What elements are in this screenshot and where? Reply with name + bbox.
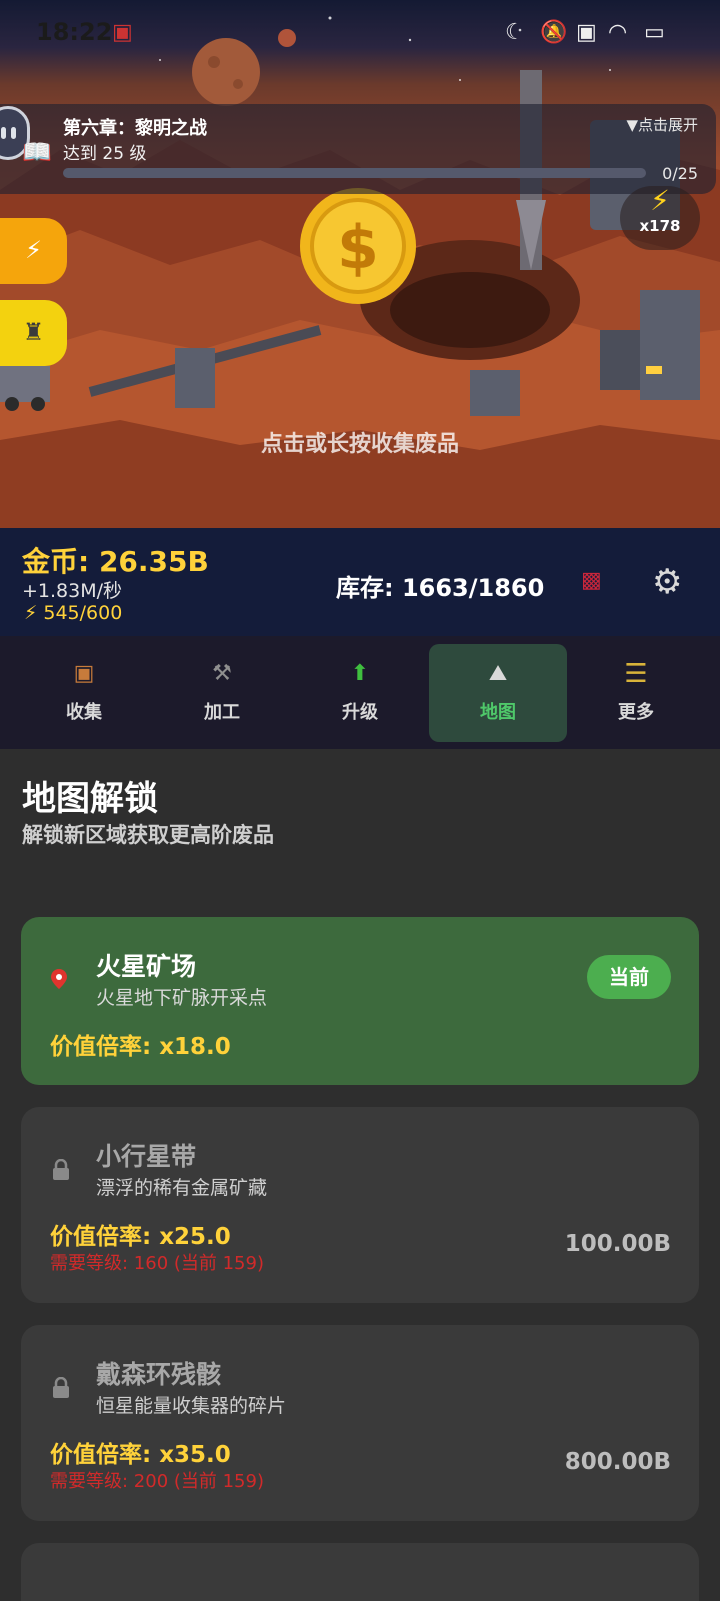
bolt-icon: ⚡	[25, 236, 42, 264]
energy-amount: ⚡ 545/600	[24, 602, 123, 624]
zone-multiplier: 价值倍率: x35.0	[50, 1442, 231, 1468]
gift-icon[interactable]: ▩	[581, 568, 602, 593]
tab-map[interactable]: ⛰ 地图	[429, 644, 567, 742]
zone-unlock-cost[interactable]: 800.00B	[565, 1449, 671, 1475]
energy-side-button[interactable]: ⚡	[0, 218, 67, 284]
status-time: 18:22	[36, 18, 113, 46]
gear-icon[interactable]: ⚙	[652, 562, 682, 602]
zone-card-asteroid-belt[interactable]: 小行星带 漂浮的稀有金属矿藏 价值倍率: x25.0 需要等级: 160 (当前…	[21, 1107, 699, 1303]
tab-label: 加工	[204, 702, 240, 723]
notification-icon: ▣	[112, 20, 133, 45]
page-subtitle: 解锁新区域获取更高阶废品	[22, 823, 274, 847]
zone-level-requirement: 需要等级: 200 (当前 159)	[50, 1471, 264, 1492]
zone-description: 漂浮的稀有金属矿藏	[96, 1177, 268, 1199]
tab-label: 收集	[66, 702, 102, 723]
tap-hint: 点击或长按收集废品	[260, 432, 459, 457]
app-root: $ 18:22 ▣ ☾ 🔕 ▣ ◠ ▭ 📖 第六章：黎明之战 达到 25 级 ▼…	[0, 0, 720, 1601]
energy-boost-badge[interactable]: ⚡ x178	[620, 186, 700, 250]
zone-name: 火星矿场	[96, 952, 197, 981]
zone-name: 戴森环残骸	[96, 1360, 222, 1389]
tab-collect[interactable]: ▣ 收集	[15, 644, 153, 742]
quest-goal: 达到 25 级	[63, 144, 147, 164]
tab-upgrade[interactable]: ⬆ 升级	[291, 644, 429, 742]
zone-multiplier: 价值倍率: x25.0	[50, 1224, 231, 1250]
chapter-quest-panel[interactable]: 📖 第六章：黎明之战 达到 25 级 ▼点击展开 0/25	[0, 104, 716, 194]
hammer-icon: ⚒	[212, 661, 232, 686]
bottom-tab-bar: ▣ 收集 ⚒ 加工 ⬆ 升级 ⛰ 地图 ☰ 更多	[0, 636, 720, 749]
robot-icon: ♜	[22, 318, 45, 346]
resource-panel: 金币: 26.35B +1.83M/秒 ⚡ 545/600 库存: 1663/1…	[0, 528, 720, 636]
tab-label: 更多	[618, 702, 654, 723]
zone-unlock-cost[interactable]: 100.00B	[565, 1231, 671, 1257]
lightning-icon: ⚡	[650, 184, 670, 217]
lock-icon	[51, 1376, 71, 1398]
mute-icon: 🔕	[540, 20, 568, 45]
gold-amount: 金币: 26.35B	[22, 545, 209, 578]
lock-icon	[51, 1158, 71, 1180]
tab-label: 地图	[480, 702, 516, 723]
page-title: 地图解锁	[22, 779, 158, 819]
status-bar: 18:22 ▣ ☾ 🔕 ▣ ◠ ▭	[0, 0, 720, 62]
mining-scene[interactable]: $ 18:22 ▣ ☾ 🔕 ▣ ◠ ▭ 📖 第六章：黎明之战 达到 25 级 ▼…	[0, 0, 720, 528]
zone-description: 火星地下矿脉开采点	[96, 987, 268, 1009]
energy-multiplier: x178	[639, 217, 681, 235]
current-badge: 当前	[587, 955, 671, 999]
svg-text:$: $	[337, 213, 379, 283]
expand-button[interactable]: ▼点击展开	[626, 114, 698, 135]
zone-multiplier: 价值倍率: x18.0	[50, 1034, 231, 1060]
chest-icon: ▣	[73, 661, 95, 686]
up-arrow-icon: ⬆	[350, 661, 370, 686]
battery-saver-icon: ▣	[576, 20, 597, 45]
zone-name: 小行星带	[96, 1142, 197, 1171]
zone-level-requirement: 需要等级: 160 (当前 159)	[50, 1253, 264, 1274]
zone-card-mars-mine[interactable]: 火星矿场 火星地下矿脉开采点 价值倍率: x18.0 当前	[21, 917, 699, 1085]
battery-icon: ▭	[644, 20, 665, 45]
menu-icon: ☰	[624, 659, 648, 689]
quest-title: 第六章：黎明之战	[63, 118, 207, 139]
tab-label: 升级	[342, 702, 378, 723]
wifi-icon: ◠	[608, 20, 628, 45]
location-pin-icon	[51, 969, 67, 993]
map-unlock-page: 地图解锁 解锁新区域获取更高阶废品 火星矿场 火星地下矿脉开采点 价值倍率: x…	[0, 749, 720, 1601]
quest-progress-text: 0/25	[662, 164, 698, 183]
moon-icon: ☾	[505, 20, 525, 45]
stock-amount: 库存: 1663/1860	[336, 574, 545, 602]
tab-process[interactable]: ⚒ 加工	[153, 644, 291, 742]
zone-card-next[interactable]	[21, 1543, 699, 1601]
mountain-map-icon: ⛰	[488, 661, 508, 686]
robot-side-button[interactable]: ♜	[0, 300, 67, 366]
zone-card-dyson-ring[interactable]: 戴森环残骸 恒星能量收集器的碎片 价值倍率: x35.0 需要等级: 200 (…	[21, 1325, 699, 1521]
quest-progress-bar	[63, 168, 646, 178]
zone-description: 恒星能量收集器的碎片	[96, 1395, 287, 1417]
tab-more[interactable]: ☰ 更多	[567, 644, 705, 742]
book-icon: 📖	[22, 138, 52, 166]
gold-rate: +1.83M/秒	[22, 580, 123, 602]
